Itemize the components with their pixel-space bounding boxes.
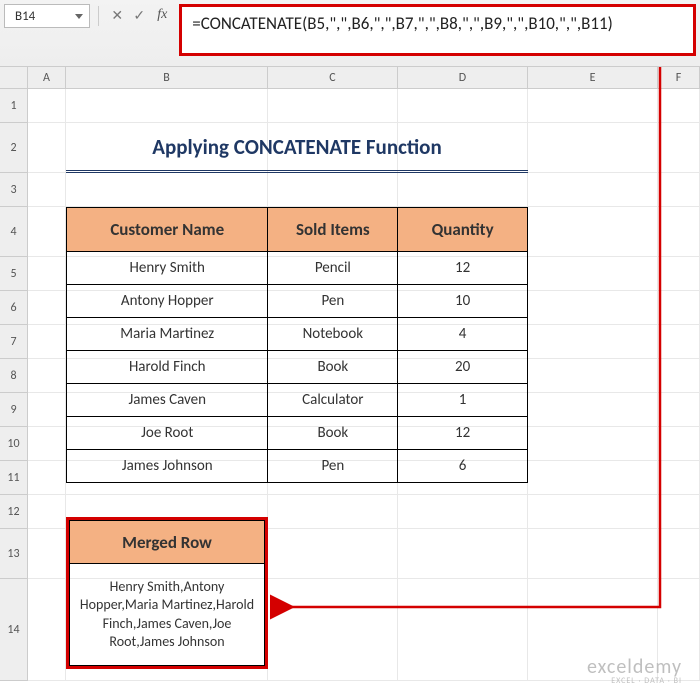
fx-icon[interactable]: fx [151, 7, 173, 23]
table-row: Antony HopperPen10 [67, 285, 528, 318]
col-header[interactable]: F [658, 67, 700, 88]
row-header[interactable]: 11 [0, 461, 27, 495]
chevron-down-icon[interactable] [75, 14, 83, 19]
row-header[interactable]: 2 [0, 123, 27, 173]
table-row: Harold FinchBook20 [67, 351, 528, 384]
col-header[interactable]: D [398, 67, 528, 88]
row-header[interactable]: 12 [0, 495, 27, 529]
enter-icon[interactable]: ✓ [129, 5, 149, 25]
table-row: Maria MartinezNotebook4 [67, 318, 528, 351]
watermark: exceldemy EXCEL · DATA · BI [587, 657, 682, 685]
row-header[interactable]: 6 [0, 291, 27, 325]
spreadsheet: A B C D E F 1 2 3 4 5 6 7 8 9 10 11 12 1… [0, 67, 700, 681]
col-header[interactable]: E [528, 67, 658, 88]
row-header[interactable]: 13 [0, 529, 27, 579]
merged-header: Merged Row [69, 520, 265, 564]
table-row: Joe RootBook12 [67, 417, 528, 450]
separator [98, 6, 99, 26]
row-header[interactable]: 1 [0, 89, 27, 123]
table-header-row: Customer Name Sold Items Quantity [67, 208, 528, 252]
col-header[interactable]: C [268, 67, 398, 88]
formula-buttons: ✕ ✓ fx [107, 4, 173, 25]
merged-row-block: Merged Row Henry Smith,Antony Hopper,Mar… [66, 517, 268, 669]
worksheet-title: Applying CONCATENATE Function [66, 123, 528, 173]
table-row: Henry SmithPencil12 [67, 252, 528, 285]
cancel-icon[interactable]: ✕ [107, 5, 127, 25]
row-header[interactable]: 5 [0, 257, 27, 291]
watermark-text: exceldemy [587, 657, 682, 677]
row-headers: 1 2 3 4 5 6 7 8 9 10 11 12 13 14 [0, 89, 28, 681]
row-header[interactable]: 14 [0, 579, 27, 681]
table-header: Quantity [398, 208, 528, 252]
row-header[interactable]: 7 [0, 325, 27, 359]
content-overlay: Applying CONCATENATE Function Customer N… [66, 89, 528, 669]
formula-bar-area: B14 ✕ ✓ fx =CONCATENATE(B5,",",B6,",",B7… [0, 0, 700, 67]
select-all-corner[interactable] [0, 67, 28, 88]
col-header[interactable]: B [66, 67, 268, 88]
row-header[interactable]: 8 [0, 359, 27, 393]
column-headers: A B C D E F [0, 67, 700, 89]
row-header[interactable]: 10 [0, 427, 27, 461]
table-header: Sold Items [268, 208, 398, 252]
table-row: James JohnsonPen6 [67, 450, 528, 483]
merged-value-cell[interactable]: Henry Smith,Antony Hopper,Maria Martinez… [69, 564, 265, 666]
data-table: Customer Name Sold Items Quantity Henry … [66, 207, 528, 483]
formula-bar[interactable]: =CONCATENATE(B5,",",B6,",",B7,",",B8,","… [179, 4, 696, 56]
name-box[interactable]: B14 [4, 4, 90, 28]
table-header: Customer Name [67, 208, 268, 252]
col-header[interactable]: A [28, 67, 66, 88]
table-row: James CavenCalculator1 [67, 384, 528, 417]
row-header[interactable]: 4 [0, 207, 27, 257]
row-header[interactable]: 3 [0, 173, 27, 207]
row-header[interactable]: 9 [0, 393, 27, 427]
name-box-value: B14 [15, 9, 35, 24]
